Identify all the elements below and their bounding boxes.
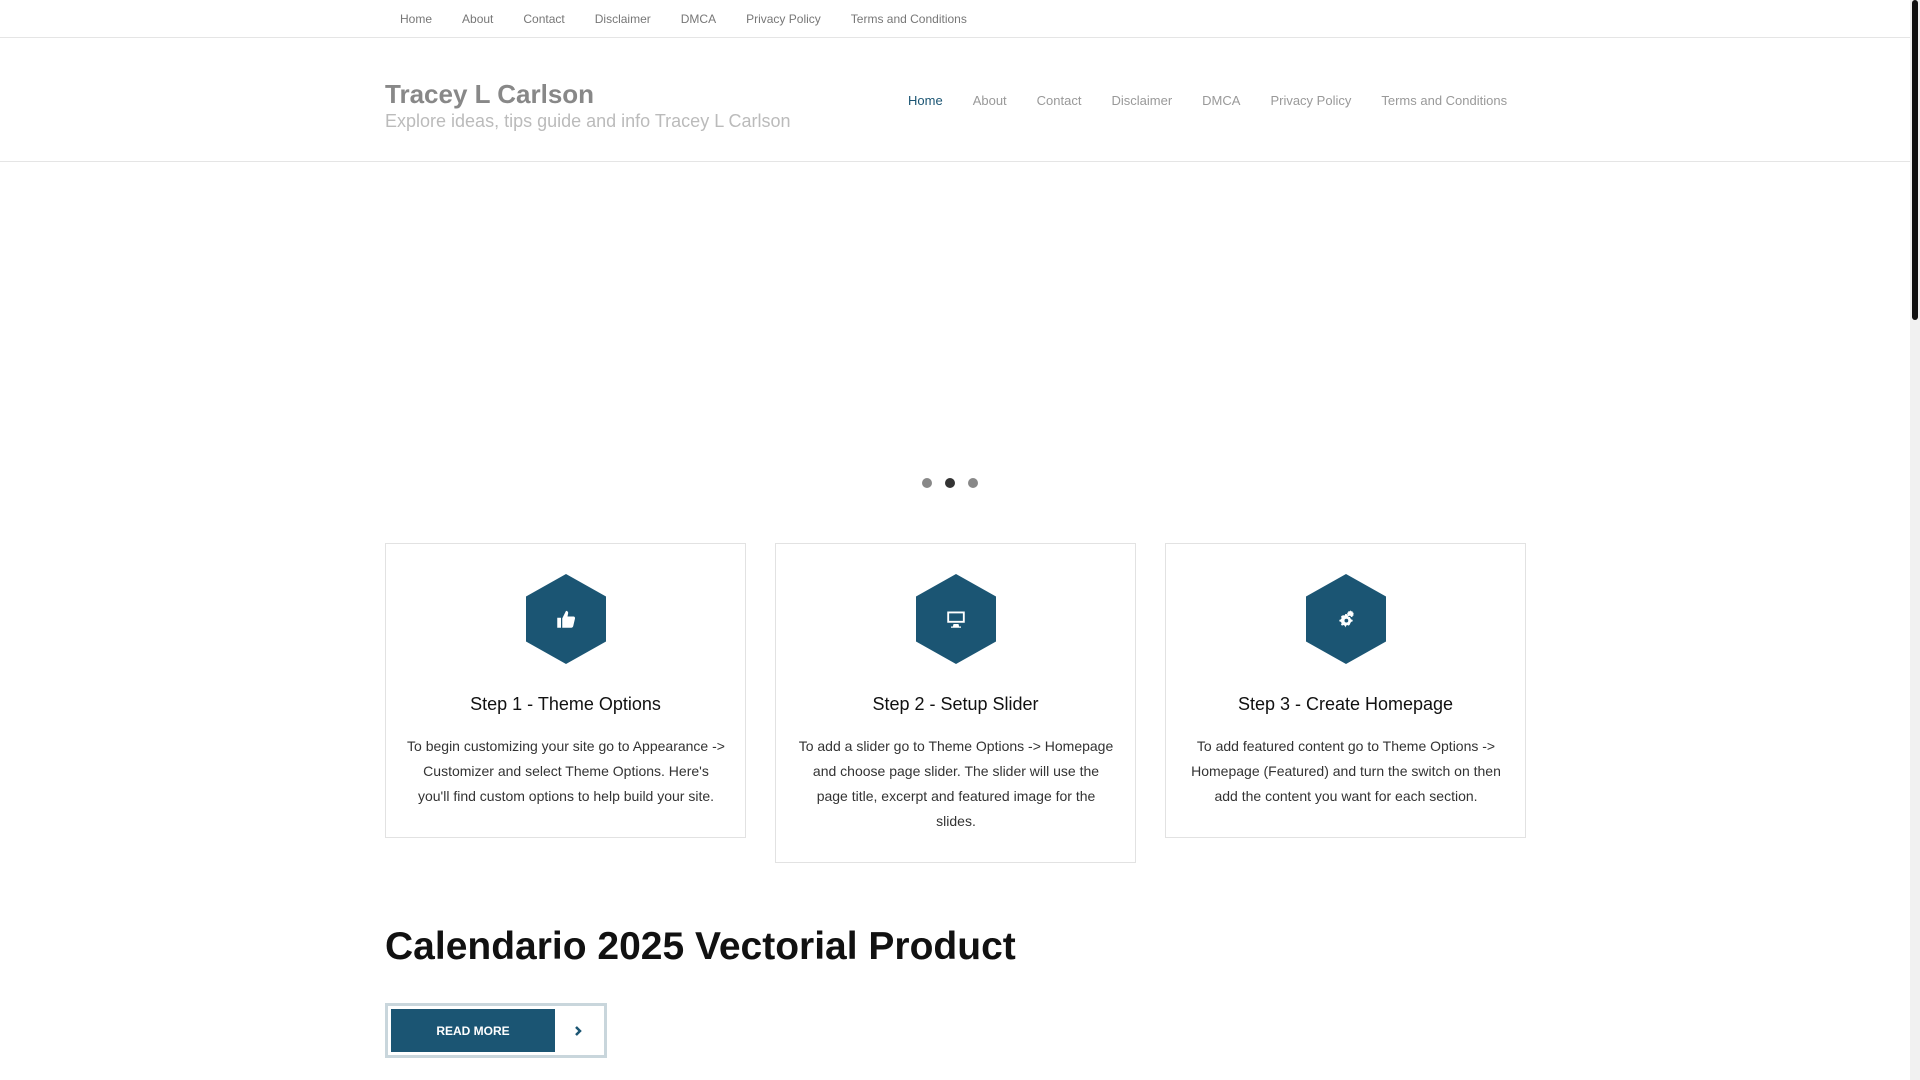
read-more-button[interactable]: READ MORE — [385, 1003, 607, 1058]
top-nav-terms[interactable]: Terms and Conditions — [836, 0, 982, 38]
top-nav-privacy-policy[interactable]: Privacy Policy — [731, 0, 836, 38]
main-nav-home[interactable]: Home — [893, 93, 958, 108]
main-nav-dmca[interactable]: DMCA — [1187, 93, 1255, 108]
feature-card-3: Step 3 - Create Homepage To add featured… — [1165, 543, 1526, 838]
feature-title: Step 3 - Create Homepage — [1237, 694, 1454, 714]
scrollbar[interactable] — [1910, 0, 1920, 1080]
feature-title: Step 1 - Theme Options — [470, 694, 661, 714]
top-nav-contact[interactable]: Contact — [508, 0, 579, 38]
main-nav-disclaimer[interactable]: Disclaimer — [1096, 93, 1187, 108]
read-more-label: READ MORE — [391, 1009, 555, 1052]
feature-text: To add a slider go to Theme Options -> H… — [798, 738, 1114, 829]
slider-dot-3[interactable] — [968, 478, 978, 488]
feature-card-1: Step 1 - Theme Options To begin customiz… — [385, 543, 746, 838]
feature-text: To add featured content go to Theme Opti… — [1191, 738, 1501, 804]
scrollbar-thumb[interactable] — [1912, 0, 1918, 320]
gears-icon — [1306, 574, 1386, 664]
feature-card-2: Step 2 - Setup Slider To add a slider go… — [775, 543, 1136, 863]
feature-title: Step 2 - Setup Slider — [872, 694, 1039, 714]
top-nav: Home About Contact Disclaimer DMCA Priva… — [385, 0, 982, 38]
site-title[interactable]: Tracey L Carlson — [385, 79, 594, 110]
top-nav-home[interactable]: Home — [385, 0, 447, 38]
slider-dot-2[interactable] — [945, 478, 955, 488]
main-nav-contact[interactable]: Contact — [1022, 93, 1097, 108]
site-tagline: Explore ideas, tips guide and info Trace… — [385, 111, 791, 131]
post-title[interactable]: Calendario 2025 Vectorial Product — [385, 925, 1016, 969]
feature-text: To begin customizing your site go to App… — [407, 738, 725, 804]
top-nav-dmca[interactable]: DMCA — [666, 0, 731, 38]
slider-pagination — [922, 478, 978, 488]
top-bar: Home About Contact Disclaimer DMCA Priva… — [0, 0, 1910, 38]
desktop-icon — [916, 574, 996, 664]
main-nav: Home About Contact Disclaimer DMCA Priva… — [893, 38, 1522, 162]
main-nav-about[interactable]: About — [958, 93, 1022, 108]
top-nav-about[interactable]: About — [447, 0, 508, 38]
top-nav-disclaimer[interactable]: Disclaimer — [580, 0, 666, 38]
main-nav-privacy-policy[interactable]: Privacy Policy — [1255, 93, 1366, 108]
thumbs-up-icon — [526, 574, 606, 664]
slider-dot-1[interactable] — [922, 478, 932, 488]
chevron-right-icon — [555, 1009, 601, 1052]
site-header: Tracey L Carlson Explore ideas, tips gui… — [0, 38, 1910, 162]
main-nav-terms[interactable]: Terms and Conditions — [1366, 93, 1522, 108]
